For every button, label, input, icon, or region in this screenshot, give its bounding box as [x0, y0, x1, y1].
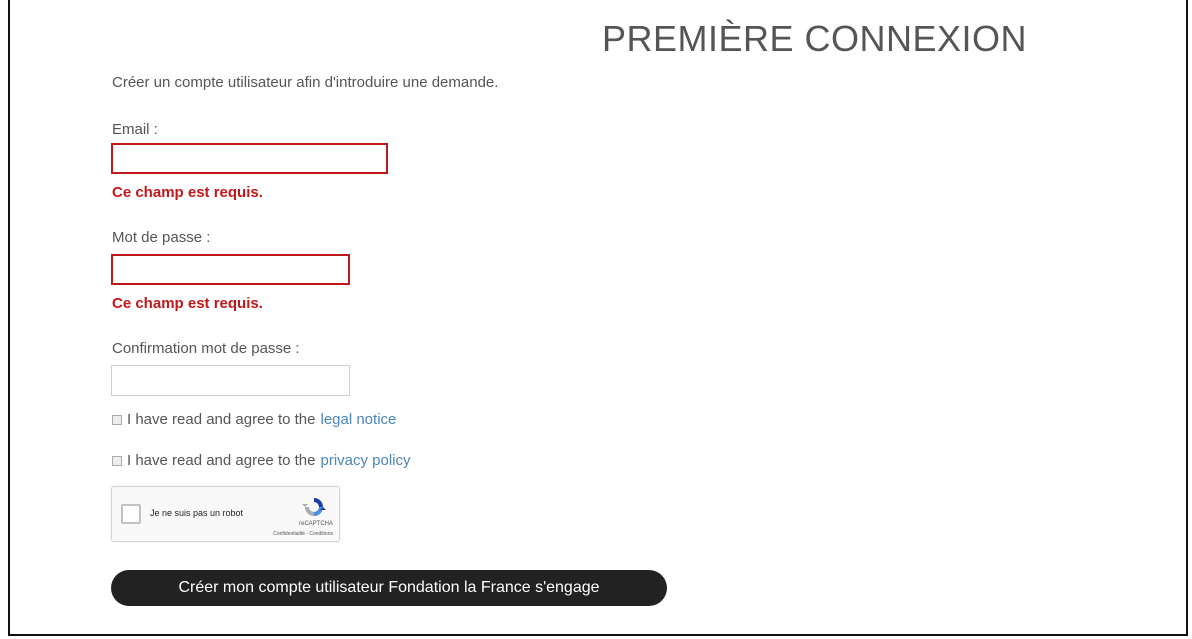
- recaptcha-widget: Je ne suis pas un robot reCAPTCHA Confid…: [111, 486, 340, 542]
- email-field[interactable]: [111, 143, 388, 174]
- create-account-button[interactable]: Créer mon compte utilisateur Fondation l…: [111, 570, 667, 606]
- recaptcha-logo-icon: [302, 498, 326, 516]
- recaptcha-checkbox[interactable]: [121, 504, 141, 524]
- recaptcha-brand: reCAPTCHA: [298, 521, 333, 527]
- legal-notice-row: I have read and agree to the legal notic…: [112, 410, 396, 430]
- intro-text: Créer un compte utilisateur afin d'intro…: [112, 74, 499, 91]
- recaptcha-label: Je ne suis pas un robot: [150, 508, 244, 518]
- legal-notice-link[interactable]: legal notice: [320, 410, 396, 430]
- privacy-policy-row: I have read and agree to the privacy pol…: [112, 451, 411, 471]
- privacy-policy-text: I have read and agree to the: [127, 452, 316, 469]
- legal-notice-checkbox[interactable]: [112, 415, 122, 425]
- confirm-password-label: Confirmation mot de passe :: [112, 340, 300, 357]
- privacy-policy-checkbox[interactable]: [112, 456, 122, 466]
- page-title: PREMIÈRE CONNEXION: [602, 18, 1028, 59]
- privacy-policy-link[interactable]: privacy policy: [320, 451, 410, 471]
- confirm-password-field[interactable]: [111, 365, 350, 396]
- legal-notice-text: I have read and agree to the: [127, 411, 316, 428]
- email-error: Ce champ est requis.: [112, 184, 263, 201]
- password-field[interactable]: [111, 254, 350, 285]
- password-label: Mot de passe :: [112, 229, 211, 246]
- email-label: Email :: [112, 121, 158, 138]
- password-error: Ce champ est requis.: [112, 295, 263, 312]
- recaptcha-terms[interactable]: Confidentialité - Conditions: [273, 531, 333, 537]
